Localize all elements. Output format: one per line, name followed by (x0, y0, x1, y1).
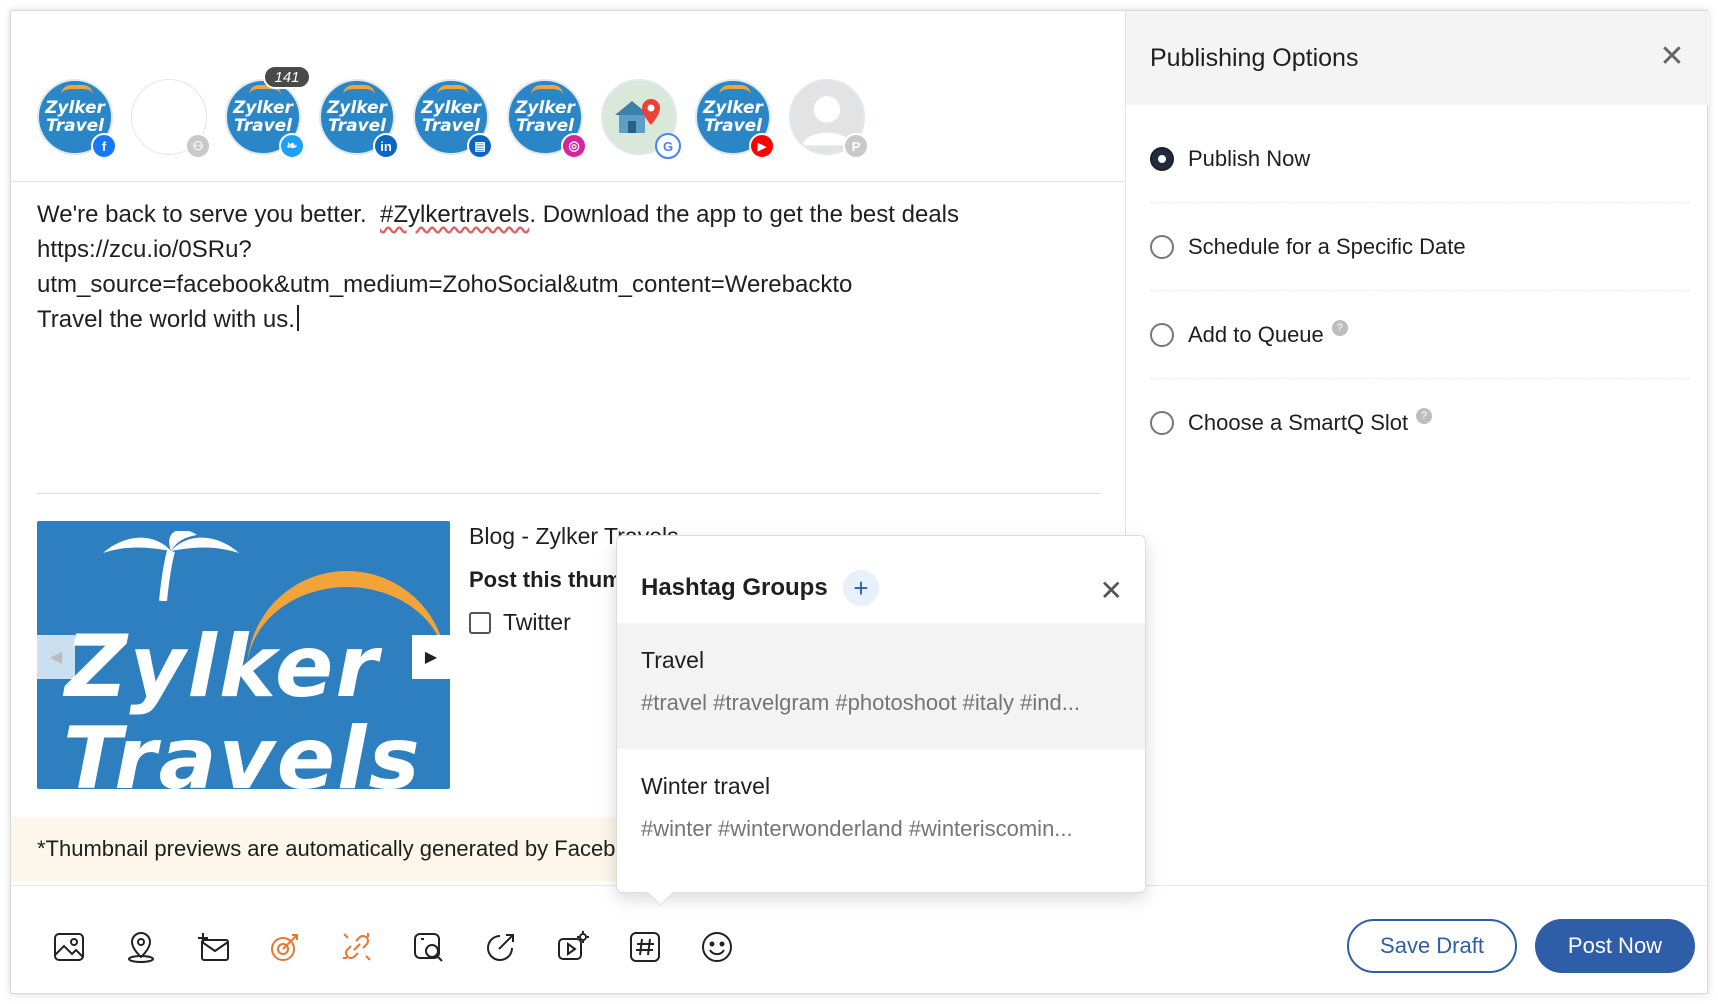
linkedin-icon: in (373, 133, 399, 159)
profile-group[interactable]: ⚇ (131, 79, 211, 159)
hashtag-group-name: Winter travel (641, 773, 771, 799)
post-now-button[interactable]: Post Now (1535, 919, 1695, 973)
panel-title: Publishing Options (1150, 43, 1359, 72)
group-icon: ⚇ (185, 133, 211, 159)
image-icon[interactable] (47, 925, 91, 969)
panel-header: Publishing Options (1126, 11, 1709, 105)
link-off-icon[interactable] (335, 925, 379, 969)
thumb-text: Zylker (65, 617, 380, 717)
radio[interactable] (1150, 234, 1174, 259)
publish-option-list: Publish Now Schedule for a Specific Date… (1150, 115, 1690, 467)
linkedin-page-icon: ▤ (467, 133, 493, 159)
instagram-icon: ◎ (561, 133, 587, 159)
help-icon[interactable]: ? (1331, 319, 1348, 336)
profile-linkedin[interactable]: Zylker Travel in (319, 79, 399, 159)
compose-window: Zylker Travel f ⚇ Zylker Travel 141 ❧ Zylk… (10, 10, 1709, 994)
publishing-options-panel: Publishing Options ✕ Publish Now Schedul… (1125, 11, 1709, 885)
youtube-icon: ▶ (749, 133, 775, 159)
close-icon[interactable]: ✕ (1657, 40, 1687, 73)
radio[interactable] (1150, 411, 1174, 435)
profile-linkedin-page[interactable]: Zylker Travel ▤ (413, 79, 493, 159)
hashtag-groups-popup: Hashtag Groups + ✕ Travel #travel #trave… (616, 535, 1146, 893)
post-hashtag: #Zylkertravels (379, 201, 530, 228)
profile-instagram[interactable]: Zylker Travel ◎ (507, 79, 587, 159)
option-add-to-queue[interactable]: Add to Queue ? (1150, 291, 1690, 379)
thumbnail-next-button[interactable]: ▶ (412, 635, 450, 679)
profile-twitter[interactable]: Zylker Travel 141 ❧ (225, 65, 311, 159)
link-thumbnail: Zylker Travels ◀ ▶ (37, 521, 450, 789)
composer-toolbar (47, 925, 767, 969)
hashtag-group-item[interactable]: Winter travel #winter #winterwonderland … (617, 749, 1145, 875)
profile-pinterest[interactable]: P (789, 79, 869, 159)
twitter-thumbnail-checkbox[interactable]: Twitter (469, 609, 571, 636)
radio[interactable] (1150, 322, 1174, 347)
hashtag-group-item[interactable]: Travel #travel #travelgram #photoshoot #… (617, 623, 1145, 749)
help-icon[interactable]: ? (1416, 408, 1433, 424)
image-search-icon[interactable] (407, 925, 451, 969)
close-icon[interactable]: ✕ (1100, 574, 1123, 607)
divider (37, 493, 1101, 494)
location-icon[interactable] (119, 925, 163, 969)
hashtag-group-name: Travel (641, 647, 705, 673)
option-label: Publish Now (1188, 145, 1311, 171)
share-icon[interactable] (479, 925, 523, 969)
mail-add-icon[interactable] (191, 925, 235, 969)
thumbnail-prev-button[interactable]: ◀ (37, 635, 75, 679)
option-label: Schedule for a Specific Date (1188, 233, 1466, 259)
divider (11, 181, 1125, 182)
option-label: Choose a SmartQ Slot (1188, 410, 1409, 435)
google-icon: G (655, 133, 681, 159)
save-draft-button[interactable]: Save Draft (1347, 919, 1517, 973)
note-text: *Thumbnail previews are automatically ge… (37, 836, 657, 861)
popup-title: Hashtag Groups (641, 574, 828, 601)
thumb-text: Travels (63, 709, 422, 789)
post-link-params: utm_source=facebook&utm_medium=ZohoSocia… (37, 271, 853, 298)
profile-facebook[interactable]: Zylker Travel f (37, 79, 117, 159)
radio-selected[interactable] (1150, 146, 1174, 171)
option-publish-now[interactable]: Publish Now (1150, 115, 1690, 203)
post-text-segment: Travel the world with us. (37, 306, 295, 333)
option-schedule[interactable]: Schedule for a Specific Date (1150, 203, 1690, 291)
pending-count-badge: 141 (263, 65, 311, 89)
add-hashtag-group-button[interactable]: + (843, 570, 879, 606)
palm-tree-graphic (103, 531, 239, 601)
checkbox[interactable] (469, 611, 491, 634)
video-settings-icon[interactable] (551, 925, 595, 969)
emoji-icon[interactable] (695, 925, 739, 969)
twitter-icon: ❧ (279, 133, 305, 159)
post-text-segment: . Download the app to get the best deals (529, 201, 959, 228)
post-link: https://zcu.io/0SRu? (37, 236, 252, 263)
hashtag-icon[interactable] (623, 925, 667, 969)
post-text-editor[interactable]: We're back to serve you better. #Zylkert… (37, 197, 1097, 337)
option-smartq-slot[interactable]: Choose a SmartQ Slot ? (1150, 379, 1690, 467)
pinterest-icon: P (843, 133, 869, 159)
checkbox-label: Twitter (503, 609, 571, 635)
hashtag-group-tags: #winter #winterwonderland #winteriscomin… (641, 816, 1073, 841)
target-icon[interactable] (263, 925, 307, 969)
profile-selector: Zylker Travel f ⚇ Zylker Travel 141 ❧ Zylk… (37, 65, 883, 169)
hashtag-group-tags: #travel #travelgram #photoshoot #italy #… (641, 690, 1081, 715)
profile-youtube[interactable]: Zylker Travel ▶ (695, 79, 775, 159)
post-text-segment: We're back to serve you better. (37, 201, 380, 228)
text-cursor (296, 305, 299, 331)
option-label: Add to Queue (1188, 321, 1324, 347)
facebook-icon: f (91, 133, 117, 159)
profile-google-business[interactable]: G (601, 79, 681, 159)
